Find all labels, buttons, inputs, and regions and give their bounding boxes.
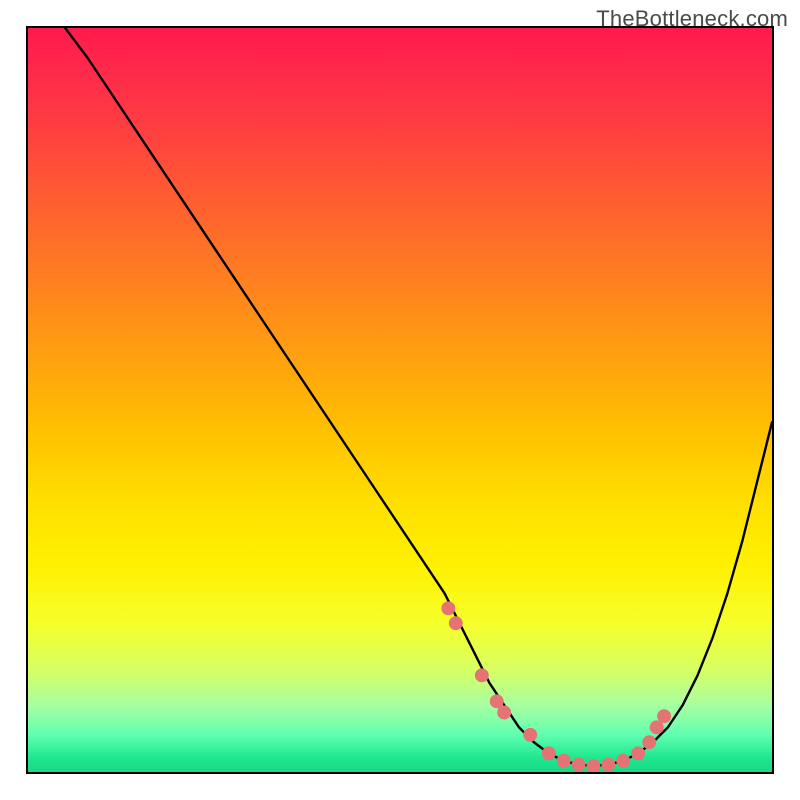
chart-data-point (542, 746, 556, 760)
chart-curve (65, 28, 772, 766)
chart-data-point (601, 758, 615, 772)
chart-data-point (572, 758, 586, 772)
chart-data-point (631, 746, 645, 760)
chart-plot-area (26, 26, 774, 774)
chart-data-point (657, 709, 671, 723)
chart-data-point (523, 728, 537, 742)
chart-data-point (586, 759, 600, 772)
chart-data-point (497, 706, 511, 720)
chart-data-point (441, 601, 455, 615)
chart-data-point (616, 754, 630, 768)
chart-data-point (557, 754, 571, 768)
chart-data-point (475, 668, 489, 682)
chart-data-point (642, 735, 656, 749)
watermark-text: TheBottleneck.com (596, 6, 788, 32)
chart-data-point (449, 616, 463, 630)
chart-svg (28, 28, 772, 772)
